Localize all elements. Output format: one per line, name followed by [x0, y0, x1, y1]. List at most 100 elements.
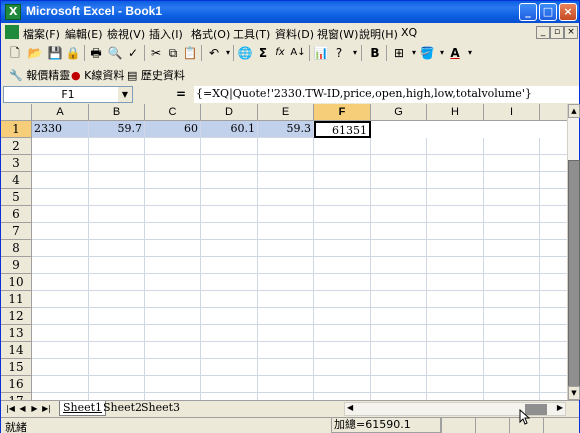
- print-icon[interactable]: 🖶: [88, 45, 104, 61]
- row-header[interactable]: 11: [1, 291, 32, 308]
- row-header[interactable]: 15: [1, 359, 32, 376]
- grid-row-line: [32, 273, 567, 274]
- workbook-restore-button[interactable]: ▫: [550, 26, 564, 39]
- next-sheet-icon[interactable]: ▶: [29, 403, 40, 415]
- vertical-scrollbar[interactable]: ▲ ▼: [567, 104, 580, 400]
- cell-b1[interactable]: 59.7: [89, 121, 145, 138]
- sort-ascending-icon[interactable]: A↓: [290, 45, 306, 61]
- menu-format[interactable]: 格式(O): [191, 26, 230, 42]
- chart-wizard-icon[interactable]: 📊: [313, 45, 329, 61]
- row-header[interactable]: 8: [1, 240, 32, 257]
- row-header[interactable]: 7: [1, 223, 32, 240]
- cut-icon[interactable]: ✂: [148, 45, 164, 61]
- kline-data-button[interactable]: ● K線資料: [71, 67, 124, 84]
- sheet-tab-sheet2[interactable]: Sheet2: [103, 401, 142, 416]
- open-icon[interactable]: 📂: [27, 45, 43, 61]
- formula-equals-label[interactable]: =: [176, 87, 186, 101]
- font-color-dropdown-icon[interactable]: ▾: [462, 45, 478, 61]
- excel-app-icon[interactable]: [5, 4, 21, 20]
- borders-icon[interactable]: ⊞: [391, 45, 407, 61]
- cell-c1[interactable]: 60: [145, 121, 201, 138]
- workbook-icon[interactable]: [5, 25, 19, 39]
- select-all-button[interactable]: [1, 104, 32, 121]
- menu-tools[interactable]: 工具(T): [233, 26, 270, 42]
- cell-f1-active[interactable]: 61351: [314, 121, 371, 138]
- maximize-button[interactable]: □: [539, 3, 557, 21]
- row-header[interactable]: 17: [1, 393, 32, 400]
- workbook-minimize-button[interactable]: _: [536, 26, 550, 39]
- row-header[interactable]: 4: [1, 172, 32, 189]
- scroll-left-arrow-icon[interactable]: ◀: [347, 403, 353, 412]
- column-header-h[interactable]: H: [427, 104, 484, 121]
- workbook-close-button[interactable]: ×: [564, 26, 578, 39]
- minimize-button[interactable]: _: [519, 3, 537, 21]
- column-header-partial[interactable]: [540, 104, 567, 121]
- formula-input[interactable]: {=XQ|Quote!'2330.TW-ID,price,open,high,l…: [194, 86, 579, 103]
- row-header[interactable]: 6: [1, 206, 32, 223]
- column-header-f[interactable]: F: [314, 104, 371, 121]
- close-button[interactable]: ×: [559, 3, 577, 21]
- new-icon[interactable]: 🗋: [7, 45, 23, 61]
- menu-view[interactable]: 檢視(V): [107, 26, 145, 42]
- grid-row-line: [32, 290, 567, 291]
- row-header[interactable]: 3: [1, 155, 32, 172]
- column-header-c[interactable]: C: [145, 104, 201, 121]
- bold-icon[interactable]: B: [367, 45, 383, 61]
- menu-edit[interactable]: 編輯(E): [65, 26, 103, 42]
- row-header[interactable]: 9: [1, 257, 32, 274]
- cell-d1[interactable]: 60.1: [201, 121, 258, 138]
- row-header[interactable]: 14: [1, 342, 32, 359]
- toolbar-separator: [309, 45, 310, 61]
- row-header[interactable]: 2: [1, 138, 32, 155]
- paste-icon[interactable]: 📋: [182, 45, 198, 61]
- scroll-right-arrow-icon[interactable]: ▶: [557, 403, 563, 412]
- quote-wizard-button[interactable]: 🔧 報價精靈: [9, 67, 70, 84]
- column-header-a[interactable]: A: [32, 104, 89, 121]
- fill-color-icon[interactable]: 🪣: [419, 45, 435, 61]
- menu-help[interactable]: 說明(H): [359, 26, 398, 42]
- history-data-button[interactable]: ▤ 歷史資料: [127, 67, 185, 84]
- grid-column-line: [144, 138, 145, 400]
- column-header-i[interactable]: I: [484, 104, 540, 121]
- hyperlink-icon[interactable]: 🌐: [237, 45, 253, 61]
- column-header-e[interactable]: E: [258, 104, 314, 121]
- column-header-g[interactable]: G: [371, 104, 427, 121]
- copy-icon[interactable]: ⧉: [165, 45, 181, 61]
- menu-file[interactable]: 檔案(F): [23, 26, 60, 42]
- menu-xq[interactable]: XQ: [401, 26, 417, 39]
- menu-data[interactable]: 資料(D): [275, 26, 314, 42]
- scroll-up-arrow-icon[interactable]: ▲: [568, 104, 580, 118]
- row-header[interactable]: 1: [1, 121, 32, 138]
- sheet-tab-sheet1[interactable]: Sheet1: [59, 401, 107, 416]
- font-color-icon[interactable]: A: [447, 45, 463, 61]
- name-box[interactable]: F1 ▼: [3, 86, 133, 103]
- prev-sheet-icon[interactable]: ◀: [17, 403, 28, 415]
- row-header[interactable]: 12: [1, 308, 32, 325]
- spelling-icon[interactable]: ✓: [125, 45, 141, 61]
- row-header[interactable]: 13: [1, 325, 32, 342]
- horizontal-scrollbar[interactable]: ◀ ▶: [344, 402, 566, 416]
- worksheet-grid[interactable]: A B C D E F G H I 1 2 3 4 5 6 7 8 9 10 1…: [1, 104, 567, 400]
- title-bar[interactable]: Microsoft Excel - Book1 _ □ ×: [1, 1, 579, 23]
- column-header-b[interactable]: B: [89, 104, 145, 121]
- sheet-tab-sheet3[interactable]: Sheet3: [141, 401, 180, 416]
- menu-window[interactable]: 視窗(W): [317, 26, 358, 42]
- print-preview-icon[interactable]: 🔍: [107, 45, 123, 61]
- chevron-down-icon[interactable]: ▼: [118, 87, 132, 102]
- autosum-icon[interactable]: Σ: [255, 45, 271, 61]
- scroll-down-arrow-icon[interactable]: ▼: [568, 386, 580, 400]
- vertical-scroll-thumb[interactable]: [568, 160, 580, 388]
- cell-e1[interactable]: 59.3: [258, 121, 314, 138]
- last-sheet-icon[interactable]: ▶|: [41, 403, 52, 415]
- column-header-d[interactable]: D: [201, 104, 258, 121]
- row-header[interactable]: 5: [1, 189, 32, 206]
- first-sheet-icon[interactable]: |◀: [5, 403, 16, 415]
- menu-insert[interactable]: 插入(I): [149, 26, 183, 42]
- function-icon[interactable]: fx: [272, 45, 288, 61]
- cell-a1[interactable]: 2330: [32, 121, 89, 138]
- row-header[interactable]: 16: [1, 376, 32, 393]
- permission-icon[interactable]: 🔒: [65, 45, 81, 61]
- save-icon[interactable]: 💾: [47, 45, 63, 61]
- help-icon[interactable]: ?: [331, 45, 347, 61]
- row-header[interactable]: 10: [1, 274, 32, 291]
